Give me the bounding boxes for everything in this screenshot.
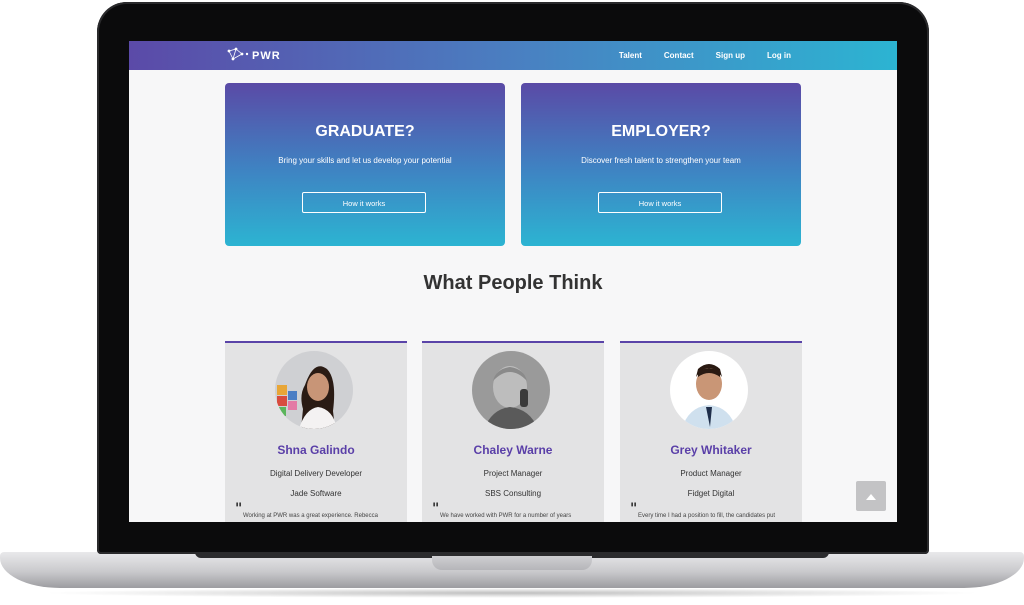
testimonial-card: Shna Galindo Digital Delivery Developer … [225,341,407,522]
avatar [275,351,353,429]
person-name: Chaley Warne [473,443,553,457]
nav-link-login[interactable]: Log in [767,51,791,60]
nav-link-talent[interactable]: Talent [619,51,642,60]
chevron-up-icon [866,487,876,505]
employer-how-it-works-button[interactable]: How it works [598,192,722,213]
person-quote: Working at PWR was a great experience. R… [243,513,378,519]
quote-icon: " [432,501,440,517]
person-company: Jade Software [290,489,342,498]
person-company: Fidget Digital [687,489,735,498]
graduate-subtitle: Bring your skills and let us develop you… [278,156,452,165]
person-company: SBS Consulting [484,489,542,498]
person-role: Project Manager [483,469,543,478]
scroll-to-top-button[interactable] [856,481,886,511]
nav-link-signup[interactable]: Sign up [716,51,745,60]
avatar [472,351,550,429]
testimonial-card: Chaley Warne Project Manager SBS Consult… [422,341,604,522]
website-screen: PWR Talent Contact Sign up Log in GRADUA… [129,41,897,522]
constellation-icon [227,47,249,66]
quote-icon: " [630,501,638,517]
person-quote: Every time I had a position to fill, the… [638,513,776,519]
employer-card: EMPLOYER? Discover fresh talent to stren… [521,83,801,246]
graduate-how-it-works-button[interactable]: How it works [302,192,426,213]
logo[interactable]: PWR [227,47,281,66]
graduate-card: GRADUATE? Bring your skills and let us d… [225,83,505,246]
employer-subtitle: Discover fresh talent to strengthen your… [581,156,741,165]
nav-links: Talent Contact Sign up Log in [619,41,791,70]
person-quote: We have worked with PWR for a number of … [440,513,572,519]
employer-title: EMPLOYER? [611,123,711,140]
laptop-shadow [40,588,984,598]
avatar [670,351,748,429]
testimonials-title: What People Think [423,272,603,294]
graduate-title: GRADUATE? [315,123,415,140]
person-role: Product Manager [680,469,742,478]
navbar: PWR Talent Contact Sign up Log in [129,41,897,70]
person-name: Grey Whitaker [670,443,752,457]
logo-text: PWR [252,50,281,62]
testimonial-card: Grey Whitaker Product Manager Fidget Dig… [620,341,802,522]
person-role: Digital Delivery Developer [269,469,363,478]
laptop-notch [432,556,592,570]
quote-icon: " [235,501,243,517]
nav-link-contact[interactable]: Contact [664,51,694,60]
person-name: Shna Galindo [277,443,355,457]
